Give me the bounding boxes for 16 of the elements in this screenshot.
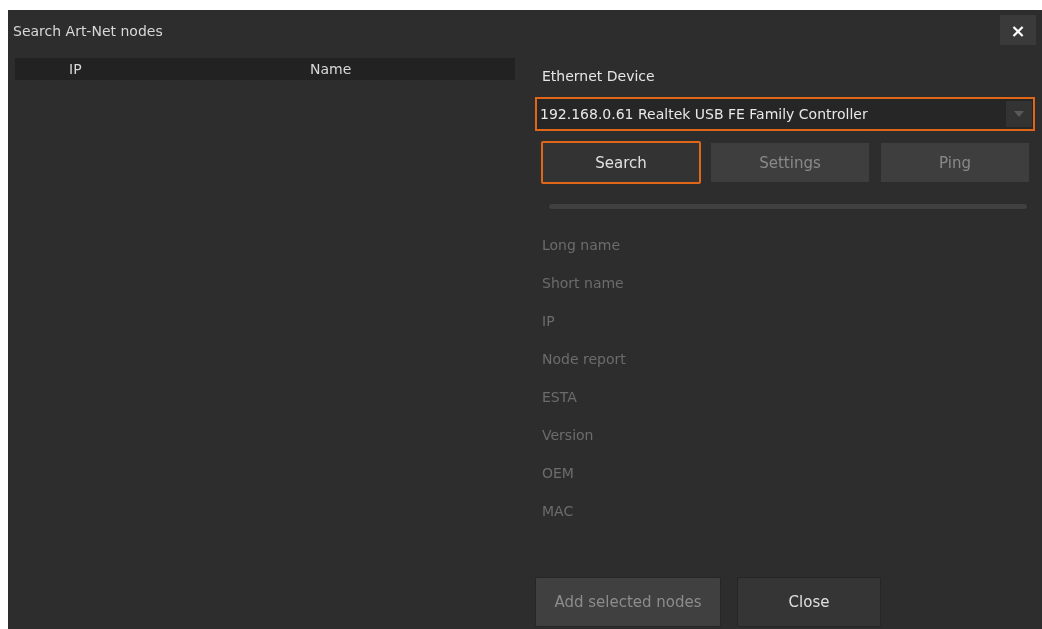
detail-label: Long name	[542, 236, 622, 255]
device-dropdown[interactable]: 192.168.0.61 Realtek USB FE Family Controller	[535, 97, 1035, 131]
window-title: Search Art-Net nodes	[13, 23, 163, 39]
detail-label: ESTA	[542, 388, 578, 407]
column-header[interactable]: Name	[310, 61, 352, 77]
detail-label: Version	[542, 426, 595, 445]
action-button[interactable]: Search	[541, 141, 701, 184]
dialog-button[interactable]: Close	[737, 577, 881, 627]
detail-label: IP	[542, 312, 556, 331]
detail-label: Short name	[542, 274, 625, 293]
field-label: Ethernet Device	[542, 68, 656, 84]
detail-label: Node report	[542, 350, 627, 369]
column-header[interactable]: IP	[69, 61, 82, 77]
detail-label: OEM	[542, 464, 575, 483]
detail-label: MAC	[542, 502, 575, 521]
close-button[interactable]: ×	[1000, 15, 1036, 45]
